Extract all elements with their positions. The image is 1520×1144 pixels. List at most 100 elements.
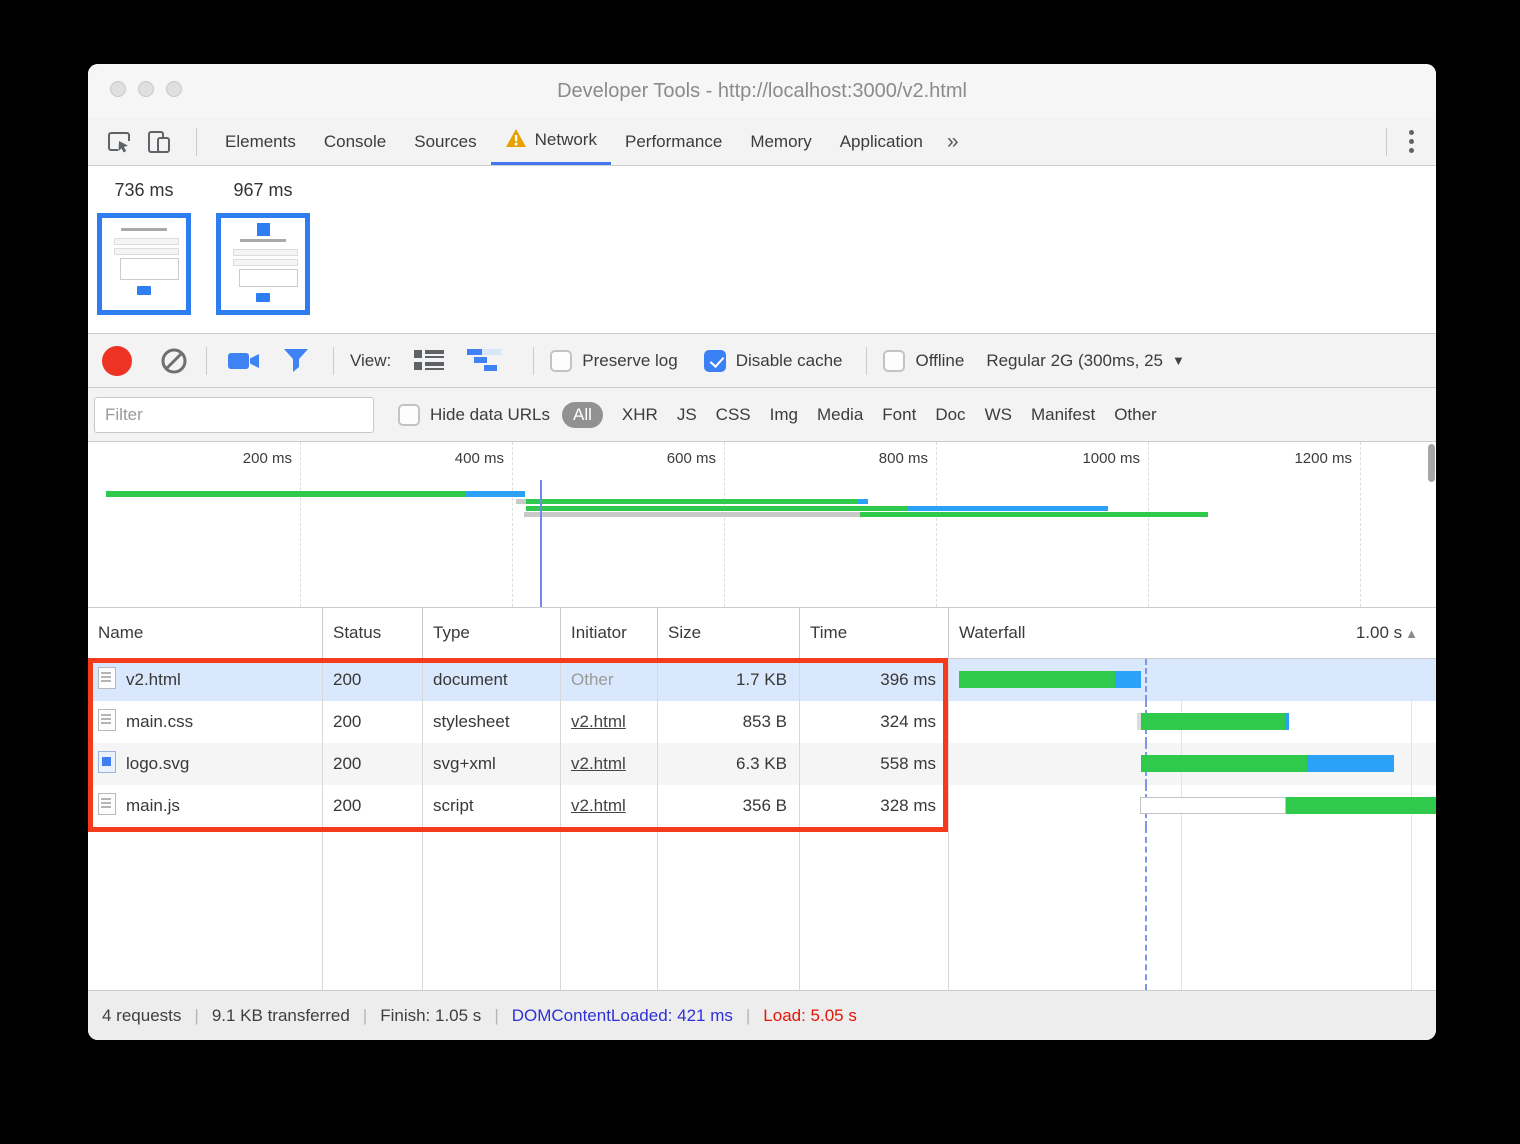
overview-bar-main.css [516,499,526,504]
filter-type-img[interactable]: Img [770,405,798,425]
offline-checkbox[interactable] [883,350,905,372]
divider: | [494,1006,498,1026]
document-file-icon [98,793,116,815]
time-cell: 324 ms [800,701,949,743]
waterfall-cell [949,701,1436,743]
filter-type-css[interactable]: CSS [716,405,751,425]
waterfall-cell [949,785,1436,827]
show-overview-view-icon[interactable] [467,348,505,374]
initiator-link[interactable]: v2.html [571,754,626,773]
requests-table: Name Status Type Initiator Size Time Wat… [88,608,1436,990]
filter-type-all[interactable]: All [562,402,603,428]
overview-tick-label: 600 ms [612,450,716,467]
column-header-waterfall[interactable]: Waterfall 1.00 s▲ [949,608,1436,658]
time-cell: 558 ms [800,743,949,785]
size-cell: 356 B [658,785,800,827]
initiator-cell: Other [561,659,658,701]
tab-memory[interactable]: Memory [736,118,825,165]
request-row-main.js[interactable]: main.js200scriptv2.html356 B328 ms [88,785,1436,827]
hide-data-urls-checkbox[interactable] [398,404,420,426]
filmstrip-thumbnail[interactable] [216,213,310,315]
scrollbar-thumb[interactable] [1428,444,1435,482]
network-filter-bar: Hide data URLs AllXHRJSCSSImgMediaFontDo… [88,388,1436,442]
large-rows-view-icon[interactable] [413,348,445,374]
waterfall-cell [949,743,1436,785]
tab-sources[interactable]: Sources [400,118,490,165]
preserve-log-checkbox[interactable] [550,350,572,372]
sort-ascending-icon: ▲ [1405,626,1418,641]
disable-cache-label: Disable cache [736,351,843,371]
device-toolbar-icon[interactable] [142,125,176,159]
tab-network[interactable]: Network [491,118,611,165]
waterfall-bar-green [1286,797,1436,814]
table-filler-row [88,827,1436,990]
column-header-initiator[interactable]: Initiator [561,608,658,658]
overview-tick-label: 1200 ms [1248,450,1352,467]
filter-type-doc[interactable]: Doc [935,405,965,425]
filter-input[interactable] [94,397,374,433]
overview-tick-label: 800 ms [824,450,928,467]
initiator-link[interactable]: v2.html [571,796,626,815]
status-cell: 200 [323,701,423,743]
initiator-cell: v2.html [561,785,658,827]
request-name-cell[interactable]: main.css [88,701,323,743]
request-row-main.css[interactable]: main.css200stylesheetv2.html853 B324 ms [88,701,1436,743]
size-cell: 6.3 KB [658,743,800,785]
divider: | [746,1006,750,1026]
inspect-element-icon[interactable] [102,125,136,159]
warning-icon [505,128,527,153]
filter-type-ws[interactable]: WS [985,405,1012,425]
disable-cache-checkbox[interactable] [704,350,726,372]
status-cell: 200 [323,743,423,785]
request-name: v2.html [126,670,181,689]
request-name-cell[interactable]: main.js [88,785,323,827]
tab-label: Sources [414,132,476,152]
overview-bar-main.css [858,499,868,504]
request-name-cell[interactable]: logo.svg [88,743,323,785]
network-toolbar: View: Preserve log Disable cache Offline… [88,334,1436,388]
capture-screenshots-icon[interactable] [227,349,261,373]
status-cell: 200 [323,785,423,827]
overview-gridline [936,442,937,607]
more-panels-icon[interactable]: » [947,130,959,154]
waterfall-cell [949,659,1436,701]
caret-down-icon: ▼ [1172,353,1185,368]
request-name-cell[interactable]: v2.html [88,659,323,701]
filter-type-font[interactable]: Font [882,405,916,425]
column-header-size[interactable]: Size [658,608,800,658]
column-header-time[interactable]: Time [800,608,949,658]
overview-bar-v2.html [466,491,525,497]
dom-content-loaded-marker [540,480,542,607]
column-header-status[interactable]: Status [323,608,423,658]
filter-funnel-icon[interactable] [283,348,309,373]
request-row-v2.html[interactable]: v2.html200documentOther1.7 KB396 ms [88,659,1436,701]
window-title: Developer Tools - http://localhost:3000/… [88,64,1436,118]
record-button[interactable] [102,346,132,376]
filter-type-other[interactable]: Other [1114,405,1157,425]
filmstrip-time-label: 967 ms [216,180,310,201]
request-row-logo.svg[interactable]: logo.svg200svg+xmlv2.html6.3 KB558 ms [88,743,1436,785]
tab-label: Memory [750,132,811,152]
column-header-name[interactable]: Name [88,608,323,658]
initiator-link[interactable]: v2.html [571,712,626,731]
filmstrip-thumbnail[interactable] [97,213,191,315]
tab-label: Network [535,130,597,150]
filter-type-xhr[interactable]: XHR [622,405,658,425]
dom-content-loaded-time: DOMContentLoaded: 421 ms [512,1006,733,1026]
column-header-type[interactable]: Type [423,608,561,658]
tab-application[interactable]: Application [826,118,937,165]
overview-timeline[interactable]: 200 ms400 ms600 ms800 ms1000 ms1200 ms [88,442,1436,608]
waterfall-gridline [1181,659,1182,701]
filler-cell [88,827,323,990]
tab-console[interactable]: Console [310,118,400,165]
filter-type-manifest[interactable]: Manifest [1031,405,1095,425]
settings-kebab-icon[interactable] [1401,130,1422,153]
waterfall-header-label: Waterfall [959,623,1025,642]
filter-type-js[interactable]: JS [677,405,697,425]
overview-tick-label: 200 ms [188,450,292,467]
tab-elements[interactable]: Elements [211,118,310,165]
clear-icon[interactable] [160,347,188,375]
throttling-dropdown[interactable]: Regular 2G (300ms, 25 [986,351,1163,371]
tab-performance[interactable]: Performance [611,118,736,165]
filter-type-media[interactable]: Media [817,405,863,425]
